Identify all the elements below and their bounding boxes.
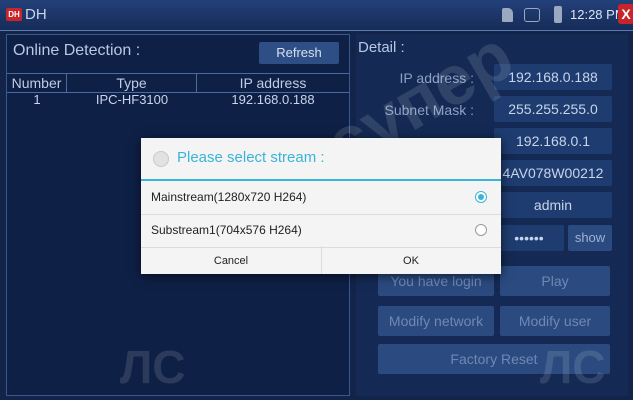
column-header-ip: IP address — [239, 75, 307, 91]
ip-address-field[interactable]: 192.168.0.188 — [494, 64, 612, 90]
play-button[interactable]: Play — [500, 266, 610, 296]
app-title: DH — [25, 6, 47, 23]
panel-title: Online Detection : — [13, 42, 141, 59]
cell-ip: 192.168.0.188 — [231, 92, 315, 107]
option-substream[interactable]: Substream1(704x576 H264) — [141, 214, 501, 248]
ok-button[interactable]: OK — [321, 248, 501, 274]
stream-select-dialog: Please select stream : Mainstream(1280x7… — [141, 138, 501, 274]
subnet-mask-label: Subnet Mask : — [384, 102, 475, 118]
factory-reset-button[interactable]: Factory Reset — [378, 344, 610, 374]
dialog-title: Please select stream : — [177, 149, 325, 166]
sd-card-icon — [502, 8, 513, 22]
table-row[interactable]: 1 IPC-HF3100 192.168.0.188 — [7, 92, 349, 108]
close-button[interactable]: X — [618, 4, 633, 24]
table-header: Number Type IP address — [7, 73, 349, 93]
panel-title: Detail : — [358, 39, 405, 56]
title-bar: DH DH 12:28 PM X — [0, 0, 633, 31]
option-label: Mainstream(1280x720 H264) — [151, 190, 307, 204]
radio-selected-icon[interactable] — [475, 191, 487, 203]
subnet-mask-field[interactable]: 255.255.255.0 — [494, 96, 612, 122]
camera-icon — [153, 151, 169, 167]
dialog-header: Please select stream : — [141, 138, 501, 181]
option-mainstream[interactable]: Mainstream(1280x720 H264) — [141, 181, 501, 215]
cell-type: IPC-HF3100 — [95, 92, 169, 107]
column-header-type: Type — [67, 74, 197, 92]
show-password-button[interactable]: show — [568, 225, 612, 251]
column-header-number: Number — [7, 74, 67, 92]
cell-number: 1 — [33, 92, 41, 107]
option-label: Substream1(704x576 H264) — [151, 223, 302, 237]
modify-user-button[interactable]: Modify user — [500, 306, 610, 336]
password-field[interactable]: •••••• — [494, 225, 564, 251]
refresh-button[interactable]: Refresh — [259, 42, 339, 64]
cancel-button[interactable]: Cancel — [141, 248, 321, 274]
battery-icon — [554, 6, 562, 23]
serial-number-field[interactable]: 4AV078W00212 — [494, 160, 612, 186]
app-logo: DH — [6, 8, 22, 21]
ip-address-label: IP address : — [399, 70, 474, 86]
gateway-field[interactable]: 192.168.0.1 — [494, 128, 612, 154]
radio-unselected-icon[interactable] — [475, 224, 487, 236]
username-field[interactable]: admin — [494, 192, 612, 218]
modify-network-button[interactable]: Modify network — [378, 306, 494, 336]
network-icon — [524, 8, 540, 22]
